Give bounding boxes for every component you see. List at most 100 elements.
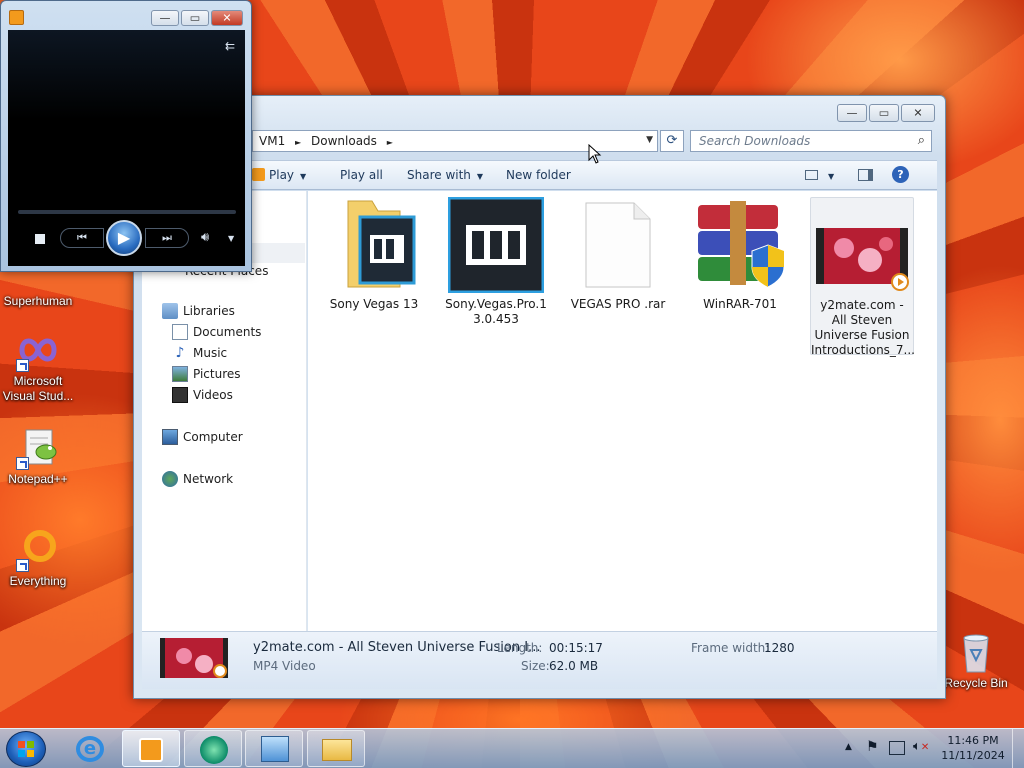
- desktop-icon-label: Recycle Bin: [944, 676, 1008, 690]
- video-thumbnail: [814, 198, 910, 294]
- player-close-button[interactable]: ✕: [211, 10, 243, 26]
- chevron-down-icon: ▼: [476, 172, 484, 181]
- player-maximize-button[interactable]: ▭: [181, 10, 209, 26]
- desktop-icon-visual-studio[interactable]: Microsoft Visual Stud...: [0, 328, 76, 404]
- help-button[interactable]: ?: [892, 166, 909, 183]
- taskbar-windows-media-player[interactable]: [122, 730, 180, 767]
- nav-item-music[interactable]: ♪ Music: [172, 345, 228, 361]
- address-row: VM1 ► Downloads ► ▼ ⟳ Search Downloads ⌕: [142, 130, 937, 156]
- file-name: VEGAS PRO .rar: [570, 297, 666, 311]
- desktop-icon-recycle-bin[interactable]: Recycle Bin: [938, 630, 1014, 691]
- nav-item-network[interactable]: Network: [162, 471, 233, 487]
- breadcrumb-vm1[interactable]: VM1: [259, 134, 285, 148]
- media-player-icon: [139, 738, 163, 762]
- refresh-button[interactable]: ⟳: [660, 130, 684, 152]
- media-player-window[interactable]: — ▭ ✕ ⇇ ⏮ ▶ ⏭ 🔊︎ ▼: [0, 0, 252, 272]
- breadcrumb-separator[interactable]: ►: [387, 138, 393, 147]
- preview-pane-button[interactable]: [858, 168, 873, 182]
- file-item-vegas-pro-rar[interactable]: VEGAS PRO .rar: [566, 197, 670, 312]
- file-name: y2mate.com - All Steven Universe Fusion …: [811, 298, 915, 357]
- nav-label: Pictures: [193, 367, 241, 381]
- desktop-icon-label: Microsoft Visual Stud...: [2, 374, 74, 403]
- play-button[interactable]: Play ▼: [252, 168, 306, 182]
- media-player-app-icon: [9, 10, 24, 25]
- preview-pane-icon: [858, 169, 873, 181]
- taskbar-internet-explorer[interactable]: e: [61, 730, 119, 767]
- details-length-label: Length:: [497, 641, 543, 655]
- previous-button[interactable]: ⏮: [60, 228, 104, 248]
- clock[interactable]: 11:46 PM 11/11/2024: [938, 734, 1008, 762]
- nav-item-computer[interactable]: Computer: [162, 429, 243, 445]
- nav-item-videos[interactable]: Videos: [172, 387, 233, 403]
- new-folder-button[interactable]: New folder: [506, 168, 571, 182]
- file-item-sony-vegas-13[interactable]: Sony Vegas 13: [322, 197, 426, 312]
- taskbar: e ▲ ⚑ 🔈︎✕ 11:46 PM 11/11/2024: [0, 728, 1024, 768]
- play-all-label: Play all: [340, 168, 383, 182]
- player-minimize-button[interactable]: —: [151, 10, 179, 26]
- taskbar-control-panel[interactable]: [245, 730, 303, 767]
- switch-to-library-icon[interactable]: ⇇: [225, 39, 235, 53]
- play-all-button[interactable]: Play all: [340, 168, 383, 182]
- nav-item-documents[interactable]: Documents: [172, 324, 261, 340]
- breadcrumb-downloads[interactable]: Downloads: [311, 134, 377, 148]
- network-tray-icon[interactable]: [889, 741, 905, 755]
- explorer-window[interactable]: — ▭ ✕ VM1 ► Downloads ► ▼ ⟳ Search Downl…: [133, 95, 946, 699]
- nav-item-pictures[interactable]: Pictures: [172, 366, 241, 382]
- network-icon: [162, 471, 178, 487]
- file-item-winrar-701[interactable]: WinRAR-701: [688, 197, 792, 312]
- media-center-icon: [200, 736, 228, 764]
- breadcrumb-separator[interactable]: ►: [295, 138, 301, 147]
- file-list[interactable]: Sony Vegas 13 Sony.Vegas.Pro.1 3.0.453 V…: [308, 191, 937, 631]
- taskbar-media-center[interactable]: [184, 730, 242, 767]
- nav-label: Computer: [183, 430, 243, 444]
- search-input[interactable]: Search Downloads ⌕: [690, 130, 932, 152]
- search-placeholder: Search Downloads: [699, 134, 811, 148]
- show-hidden-icons-button[interactable]: ▲: [845, 742, 852, 752]
- videos-icon: [172, 387, 188, 403]
- refresh-icon: ⟳: [666, 133, 678, 148]
- show-desktop-button[interactable]: [1012, 729, 1024, 768]
- search-icon[interactable]: ⌕: [918, 133, 925, 148]
- nav-label: Network: [183, 472, 234, 486]
- file-name: Sony Vegas 13: [329, 297, 419, 311]
- desktop-icon-label: Notepad++: [8, 472, 68, 486]
- video-screen[interactable]: ⇇ ⏮ ▶ ⏭ 🔊︎ ▼: [8, 30, 245, 266]
- nav-label: Libraries: [183, 304, 235, 318]
- stop-button[interactable]: [35, 234, 45, 244]
- details-pane: y2mate.com - All Steven Universe Fusion …: [142, 631, 937, 689]
- details-size-value: 62.0 MB: [549, 659, 599, 673]
- desktop-icon-everything[interactable]: Everything: [0, 528, 76, 589]
- desktop-icon-notepad-plus-plus[interactable]: Notepad++: [0, 426, 76, 487]
- visual-studio-icon: [16, 328, 60, 372]
- winrar-icon: [692, 197, 788, 293]
- change-view-button[interactable]: ▼: [805, 168, 834, 182]
- volume-chevron-icon[interactable]: ▼: [228, 234, 234, 243]
- nav-label: Videos: [193, 388, 233, 402]
- mouse-cursor-icon: [588, 144, 602, 164]
- file-item-steven-universe-video[interactable]: y2mate.com - All Steven Universe Fusion …: [810, 197, 915, 357]
- file-name: WinRAR-701: [703, 297, 777, 311]
- explorer-folder-icon: [322, 739, 352, 761]
- play-label: Play: [269, 168, 295, 182]
- maximize-icon: ▭: [189, 11, 201, 25]
- taskbar-windows-explorer[interactable]: [307, 730, 365, 767]
- notepad-plus-plus-icon: [16, 426, 60, 470]
- start-button[interactable]: [6, 731, 46, 767]
- action-center-flag-icon[interactable]: ⚑: [866, 739, 879, 755]
- windows-logo-icon: [18, 741, 34, 757]
- nav-item-libraries[interactable]: Libraries: [162, 303, 235, 319]
- next-button[interactable]: ⏭: [145, 228, 189, 248]
- seek-bar[interactable]: [18, 210, 236, 214]
- address-history-chevron-icon[interactable]: ▼: [646, 135, 653, 145]
- minimize-icon: —: [159, 11, 171, 25]
- view-icon: [805, 170, 818, 180]
- file-item-sony-vegas-pro-installer[interactable]: Sony.Vegas.Pro.1 3.0.453: [444, 196, 548, 327]
- play-button[interactable]: ▶: [106, 220, 142, 256]
- close-icon: ✕: [222, 11, 232, 25]
- volume-muted-icon[interactable]: 🔈︎✕: [913, 739, 929, 754]
- pictures-icon: [172, 366, 188, 382]
- share-with-button[interactable]: Share with ▼: [407, 168, 483, 182]
- play-icon: [252, 168, 265, 181]
- blank-file-icon: [570, 197, 666, 293]
- volume-icon[interactable]: 🔊︎: [201, 230, 209, 245]
